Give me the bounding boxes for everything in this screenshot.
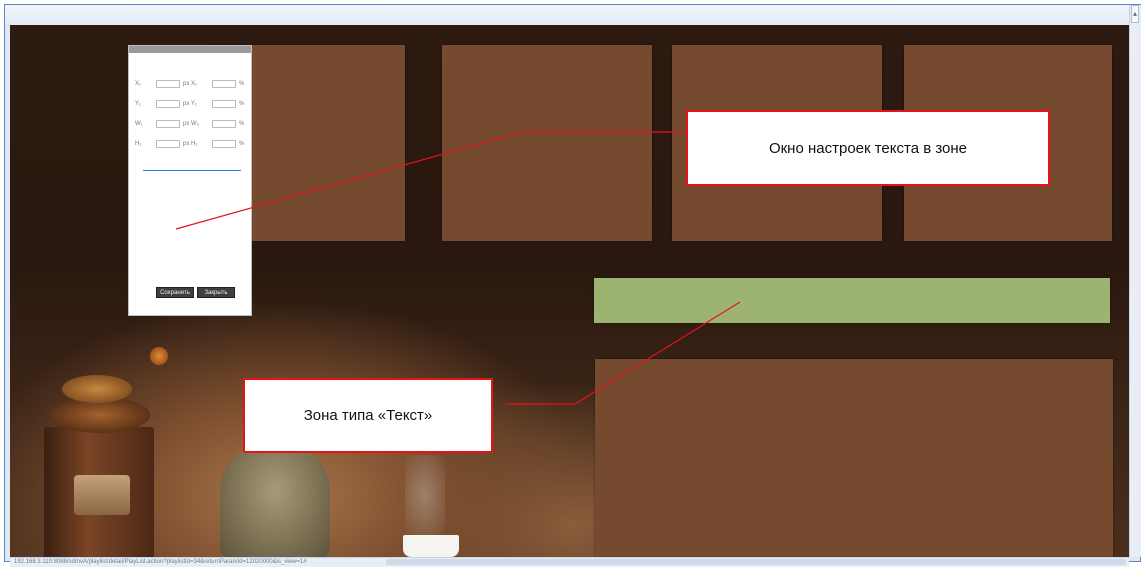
scroll-up-icon[interactable]: ▴ (1131, 5, 1139, 23)
layout-canvas: X₁ px X₁ % Y₁ px Y₁ % W₁ px W₂ % H₁ px H… (10, 25, 1129, 557)
annotation-lines (175, 131, 741, 405)
text-zone-callout: Зона типа «Текст» (243, 378, 493, 453)
settings-window-callout: Окно настроек текста в зоне (686, 110, 1050, 186)
status-url: 192.168.3.110:8088/sdmvA/playlist/detail… (14, 559, 307, 565)
text-zone-pointer-line (505, 301, 741, 405)
status-bar: 192.168.3.110:8088/sdmvA/playlist/detail… (10, 557, 1129, 567)
horizontal-scrollbar[interactable] (386, 559, 1126, 565)
vertical-scrollbar[interactable]: ▴ (1129, 5, 1141, 557)
settings-pointer-line (175, 131, 687, 230)
window-titlebar (5, 5, 1140, 25)
